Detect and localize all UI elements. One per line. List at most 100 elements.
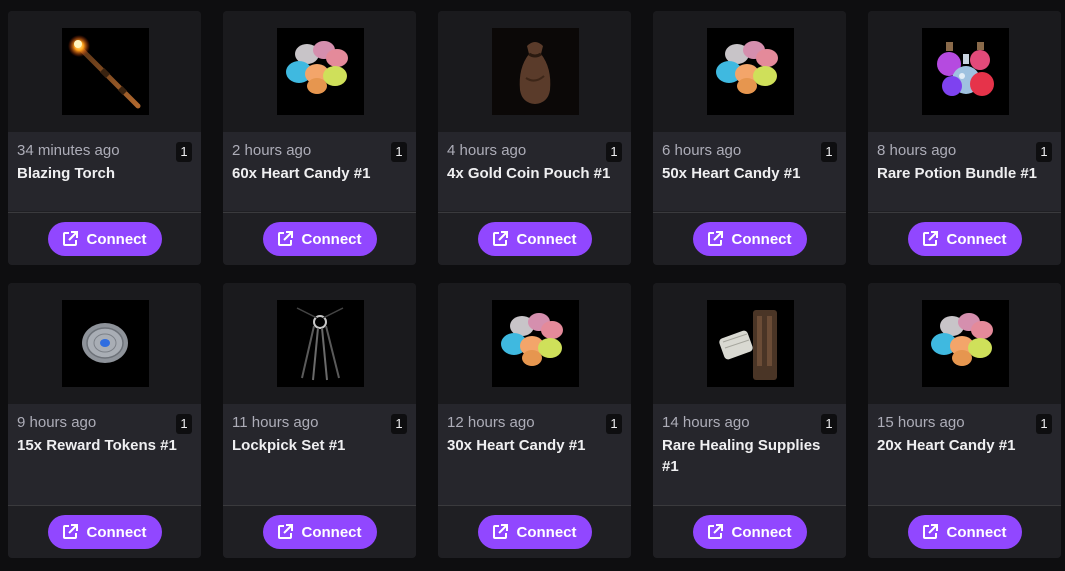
heart-candy-icon — [922, 300, 1009, 387]
card-info: 4 hours ago 4x Gold Coin Pouch #1 1 — [438, 132, 631, 211]
card-footer: Connect — [653, 212, 846, 265]
quantity-badge: 1 — [391, 414, 407, 434]
drop-title: Rare Healing Supplies #1 — [662, 437, 821, 475]
card-footer: Connect — [868, 505, 1061, 558]
card-info: 6 hours ago 50x Heart Candy #1 1 — [653, 132, 846, 211]
drop-card: 14 hours ago Rare Healing Supplies #1 1 … — [653, 283, 846, 558]
drop-time: 8 hours ago — [877, 142, 957, 159]
card-info: 15 hours ago 20x Heart Candy #1 1 — [868, 404, 1061, 505]
connect-label: Connect — [516, 230, 577, 248]
drop-title: 4x Gold Coin Pouch #1 — [447, 165, 611, 182]
quantity-badge: 1 — [821, 142, 837, 162]
connect-label: Connect — [516, 523, 577, 541]
card-image-area — [438, 283, 631, 404]
external-link-icon — [492, 231, 508, 246]
quantity-badge: 1 — [1036, 142, 1052, 162]
external-link-icon — [62, 524, 78, 539]
connect-label: Connect — [946, 230, 1007, 248]
quantity-badge: 1 — [391, 142, 407, 162]
card-image-area — [653, 283, 846, 404]
external-link-icon — [922, 524, 938, 539]
card-image-area — [223, 11, 416, 132]
connect-button[interactable]: Connect — [907, 515, 1022, 549]
card-info: 11 hours ago Lockpick Set #1 1 — [223, 404, 416, 505]
card-footer: Connect — [868, 212, 1061, 265]
drop-card: 8 hours ago Rare Potion Bundle #1 1 Conn… — [868, 11, 1061, 265]
connect-button[interactable]: Connect — [692, 515, 807, 549]
heart-candy-icon — [277, 28, 364, 115]
connect-button[interactable]: Connect — [477, 515, 592, 549]
card-info: 12 hours ago 30x Heart Candy #1 1 — [438, 404, 631, 505]
drop-time: 4 hours ago — [447, 142, 527, 159]
connect-button[interactable]: Connect — [47, 222, 162, 256]
drop-title: 30x Heart Candy #1 — [447, 437, 586, 454]
external-link-icon — [277, 231, 293, 246]
healing-supplies-icon — [707, 300, 794, 387]
drop-title: 60x Heart Candy #1 — [232, 165, 371, 182]
quantity-badge: 1 — [176, 142, 192, 162]
drop-title: 50x Heart Candy #1 — [662, 165, 801, 182]
drop-time: 12 hours ago — [447, 414, 535, 431]
quantity-badge: 1 — [606, 142, 622, 162]
drop-title: Blazing Torch — [17, 165, 116, 182]
card-image-area — [8, 11, 201, 132]
heart-candy-icon — [707, 28, 794, 115]
card-footer: Connect — [438, 505, 631, 558]
drop-time: 11 hours ago — [232, 414, 319, 431]
connect-label: Connect — [301, 523, 362, 541]
external-link-icon — [277, 524, 293, 539]
lockpick-set-icon — [277, 300, 364, 387]
card-footer: Connect — [438, 212, 631, 265]
drop-card: 2 hours ago 60x Heart Candy #1 1 Connect — [223, 11, 416, 265]
drop-card: 15 hours ago 20x Heart Candy #1 1 Connec… — [868, 283, 1061, 558]
card-info: 34 minutes ago Blazing Torch 1 — [8, 132, 201, 211]
torch-icon — [62, 28, 149, 115]
card-info: 9 hours ago 15x Reward Tokens #1 1 — [8, 404, 201, 505]
card-image-area — [653, 11, 846, 132]
connect-button[interactable]: Connect — [692, 222, 807, 256]
card-info: 14 hours ago Rare Healing Supplies #1 1 — [653, 404, 846, 505]
drop-title: Rare Potion Bundle #1 — [877, 165, 1038, 182]
drop-card: 6 hours ago 50x Heart Candy #1 1 Connect — [653, 11, 846, 265]
drop-time: 6 hours ago — [662, 142, 742, 159]
connect-button[interactable]: Connect — [262, 222, 377, 256]
drop-title: Lockpick Set #1 — [232, 437, 346, 454]
card-image-area — [223, 283, 416, 404]
connect-button[interactable]: Connect — [477, 222, 592, 256]
card-image-area — [868, 11, 1061, 132]
card-info: 8 hours ago Rare Potion Bundle #1 1 — [868, 132, 1061, 211]
reward-token-icon — [62, 300, 149, 387]
card-footer: Connect — [653, 505, 846, 558]
connect-button[interactable]: Connect — [907, 222, 1022, 256]
connect-label: Connect — [731, 230, 792, 248]
drop-time: 15 hours ago — [877, 414, 965, 431]
drop-time: 34 minutes ago — [17, 142, 120, 159]
card-footer: Connect — [223, 212, 416, 265]
connect-label: Connect — [301, 230, 362, 248]
potion-bundle-icon — [922, 28, 1009, 115]
connect-label: Connect — [86, 230, 147, 248]
card-image-area — [438, 11, 631, 132]
drop-time: 14 hours ago — [662, 414, 750, 431]
card-info: 2 hours ago 60x Heart Candy #1 1 — [223, 132, 416, 211]
external-link-icon — [922, 231, 938, 246]
drop-time: 9 hours ago — [17, 414, 97, 431]
quantity-badge: 1 — [821, 414, 837, 434]
drops-grid: 34 minutes ago Blazing Torch 1 Connect 2… — [0, 0, 1065, 571]
card-image-area — [868, 283, 1061, 404]
drop-time: 2 hours ago — [232, 142, 312, 159]
card-footer: Connect — [223, 505, 416, 558]
card-image-area — [8, 283, 201, 404]
drop-card: 4 hours ago 4x Gold Coin Pouch #1 1 Conn… — [438, 11, 631, 265]
connect-button[interactable]: Connect — [262, 515, 377, 549]
drop-card: 9 hours ago 15x Reward Tokens #1 1 Conne… — [8, 283, 201, 558]
quantity-badge: 1 — [606, 414, 622, 434]
external-link-icon — [62, 231, 78, 246]
external-link-icon — [707, 524, 723, 539]
card-footer: Connect — [8, 505, 201, 558]
drop-card: 12 hours ago 30x Heart Candy #1 1 Connec… — [438, 283, 631, 558]
external-link-icon — [707, 231, 723, 246]
drop-card: 11 hours ago Lockpick Set #1 1 Connect — [223, 283, 416, 558]
heart-candy-icon — [492, 300, 579, 387]
connect-button[interactable]: Connect — [47, 515, 162, 549]
